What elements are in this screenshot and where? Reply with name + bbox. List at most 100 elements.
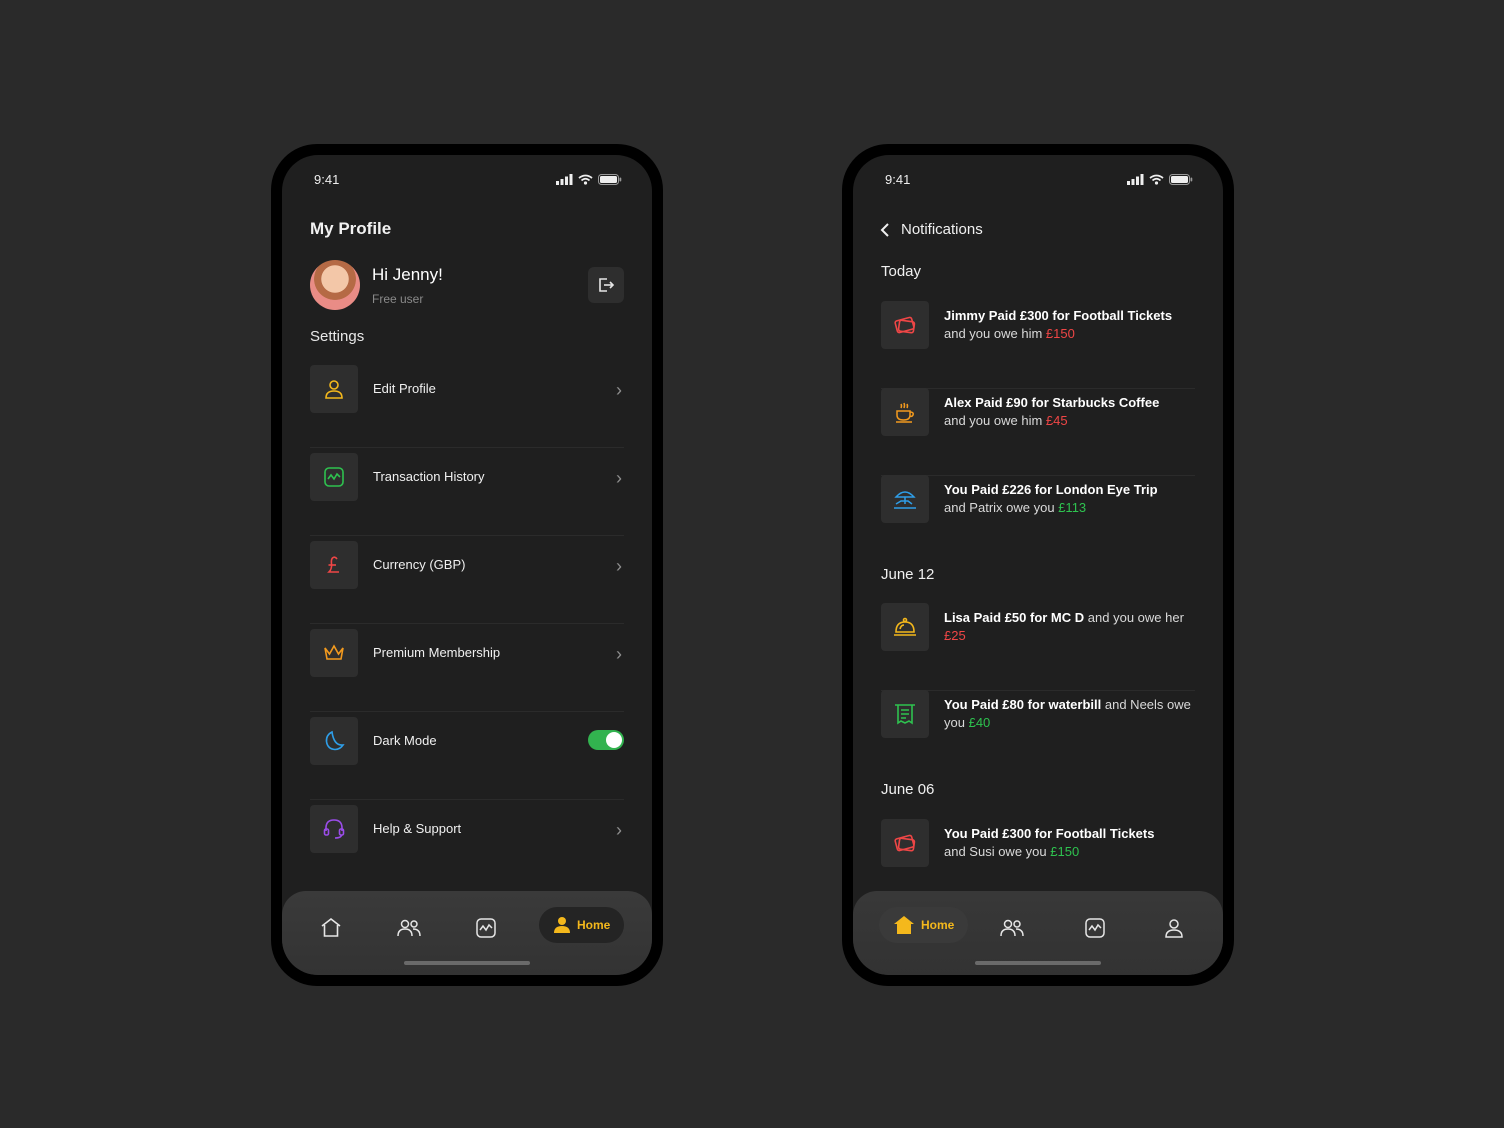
menu-item-label: Premium Membership (373, 645, 501, 660)
settings-heading: Settings (310, 328, 365, 345)
user-filled-icon (554, 917, 570, 933)
logout-icon (599, 278, 615, 292)
receipt-icon (895, 704, 915, 725)
notifications-screen: 9:41 Notifications Today Jimmy Paid £300… (853, 155, 1223, 975)
menu-item-label: Dark Mode (373, 733, 437, 748)
crown-icon (324, 644, 344, 660)
group-heading: Today (881, 263, 922, 280)
notification-title: You Paid £226 for London Eye Trip (944, 482, 1158, 497)
battery-icon (598, 173, 622, 185)
tab-profile-active[interactable]: Home (539, 907, 625, 943)
friends-icon (1000, 919, 1024, 937)
profile-screen: 9:41 My Profile Hi Jenny! Free user Sett… (282, 155, 652, 975)
user-type: Free user (372, 292, 424, 306)
chart-icon (324, 467, 344, 487)
chevron-right-icon: › (616, 380, 622, 400)
chevron-right-icon: › (616, 556, 622, 576)
signal-icon (1127, 173, 1144, 185)
menu-item-label: Currency (GBP) (373, 557, 466, 572)
chevron-right-icon: › (616, 644, 622, 664)
notification-amount: £150 (1045, 326, 1075, 341)
notification-detail: and Susi owe you (944, 844, 1047, 859)
group-heading: June 06 (881, 781, 935, 798)
greeting: Hi Jenny! (372, 265, 443, 284)
beach-umbrella-icon (894, 491, 916, 509)
toggle-knob (606, 732, 622, 748)
notification-title: You Paid £300 for Football Tickets (944, 826, 1155, 841)
notification-item[interactable]: You Paid £80 for waterbill and Neels owe… (881, 690, 1195, 777)
back-arrow-icon[interactable] (879, 222, 891, 238)
signal-icon (556, 173, 573, 185)
page-title: Notifications (901, 221, 983, 238)
profile-card: Hi Jenny! Free user (310, 260, 624, 312)
phone-profile: 9:41 My Profile Hi Jenny! Free user Sett… (271, 144, 663, 986)
chart-icon (1085, 918, 1105, 938)
menu-item-label: Edit Profile (373, 381, 436, 396)
home-indicator (404, 961, 530, 965)
notification-amount: £25 (944, 628, 966, 643)
notification-title: You Paid £80 for waterbill (944, 697, 1102, 712)
dark-mode-toggle[interactable] (588, 730, 624, 750)
logout-button[interactable] (588, 267, 624, 303)
pound-icon (327, 556, 339, 573)
group-heading: June 12 (881, 566, 935, 583)
status-time: 9:41 (314, 171, 340, 187)
status-bar: 9:41 (885, 171, 1193, 187)
notification-amount: £150 (1050, 844, 1080, 859)
menu-item-edit-profile[interactable]: Edit Profile › (310, 360, 624, 448)
home-filled-icon (894, 916, 914, 934)
tab-bar: Home (853, 891, 1223, 975)
header: Notifications (879, 221, 983, 238)
tab-active-label: Home (921, 918, 955, 932)
notification-item[interactable]: You Paid £226 for London Eye Trip and Pat… (881, 475, 1195, 562)
tab-home[interactable] (314, 911, 348, 945)
status-bar: 9:41 (314, 171, 622, 187)
notification-detail: and Patrix owe you (944, 500, 1055, 515)
menu-item-label: Transaction History (373, 469, 485, 484)
avatar[interactable] (310, 260, 360, 310)
notification-item[interactable]: Jimmy Paid £300 for Football Tickets and … (881, 301, 1195, 389)
chevron-right-icon: › (616, 468, 622, 488)
notification-amount: £113 (1058, 500, 1087, 515)
menu-item-currency[interactable]: Currency (GBP) › (310, 536, 624, 624)
notification-detail: and you owe her (1087, 610, 1184, 625)
tickets-icon (894, 316, 916, 334)
coffee-icon (896, 402, 914, 423)
chevron-right-icon: › (616, 820, 622, 840)
tab-home-active[interactable]: Home (879, 907, 969, 943)
tab-bar: Home (282, 891, 652, 975)
tab-activity[interactable] (469, 911, 503, 945)
menu-item-premium-membership[interactable]: Premium Membership › (310, 624, 624, 712)
notification-title: Alex Paid £90 for Starbucks Coffee (944, 395, 1160, 410)
headset-icon (323, 819, 345, 839)
tab-friends[interactable] (392, 911, 426, 945)
notification-amount: £45 (1045, 413, 1068, 428)
notification-title: Lisa Paid £50 for MC D (944, 610, 1085, 625)
settings-menu: Edit Profile › Transaction History › Cur… (310, 360, 624, 887)
chart-icon (476, 918, 496, 938)
notification-detail: and you owe him (944, 326, 1043, 341)
home-indicator (975, 961, 1101, 965)
menu-item-help-support[interactable]: Help & Support › (310, 800, 624, 887)
tab-profile[interactable] (1157, 911, 1191, 945)
user-icon (1165, 919, 1183, 938)
tab-activity[interactable] (1078, 911, 1112, 945)
wifi-icon (1149, 174, 1164, 185)
friends-icon (397, 919, 421, 937)
menu-item-transaction-history[interactable]: Transaction History › (310, 448, 624, 536)
phone-notifications: 9:41 Notifications Today Jimmy Paid £300… (842, 144, 1234, 986)
notification-item[interactable]: Lisa Paid £50 for MC D and you owe her £… (881, 603, 1195, 691)
notification-detail: and you owe him (944, 413, 1043, 428)
page-title: My Profile (310, 219, 392, 238)
menu-item-label: Help & Support (373, 821, 462, 836)
notification-item[interactable]: Alex Paid £90 for Starbucks Coffee and yo… (881, 388, 1195, 476)
tab-friends[interactable] (995, 911, 1029, 945)
home-icon (321, 917, 341, 937)
moon-icon (325, 730, 345, 751)
user-icon (325, 380, 343, 399)
tab-active-label: Home (577, 918, 611, 932)
notification-title: Jimmy Paid £300 for Football Tickets (944, 308, 1173, 323)
food-cloche-icon (894, 617, 916, 636)
battery-icon (1169, 173, 1193, 185)
wifi-icon (578, 174, 593, 185)
